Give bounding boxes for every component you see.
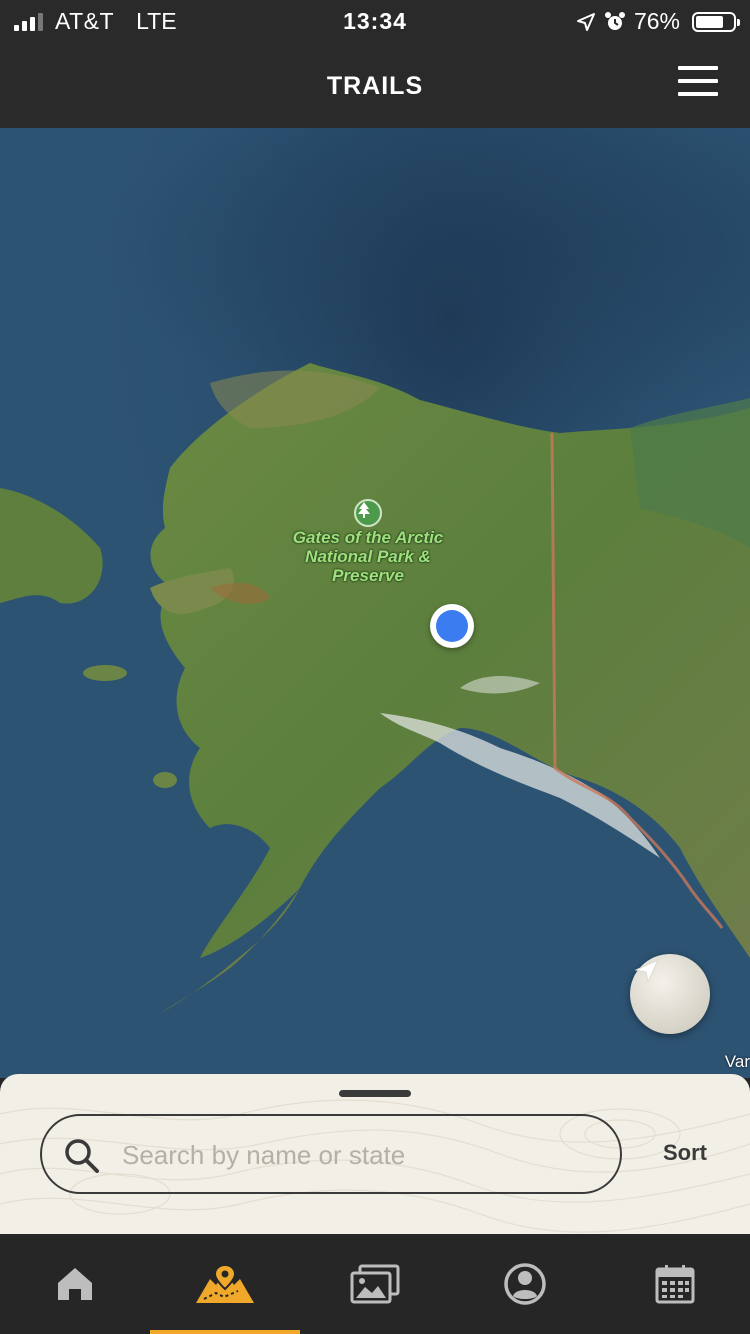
sheet-grabber[interactable] bbox=[339, 1090, 411, 1097]
header-bar: TRAILS bbox=[0, 42, 750, 128]
user-location-marker bbox=[430, 604, 474, 648]
tab-home[interactable] bbox=[0, 1234, 150, 1334]
tree-icon[interactable] bbox=[354, 499, 382, 527]
tab-photos[interactable] bbox=[300, 1234, 450, 1334]
search-input[interactable] bbox=[122, 1132, 602, 1178]
location-arrow-icon bbox=[576, 12, 595, 31]
park-label[interactable]: Gates of the Arctic National Park & Pres… bbox=[268, 528, 468, 585]
photos-icon bbox=[350, 1264, 400, 1304]
search-icon bbox=[65, 1139, 99, 1173]
home-icon bbox=[58, 1268, 92, 1300]
tab-calendar[interactable] bbox=[600, 1234, 750, 1334]
locate-me-button[interactable] bbox=[630, 954, 710, 1034]
battery-percent: 76% bbox=[633, 8, 680, 34]
calendar-icon bbox=[655, 1265, 695, 1304]
hamburger-menu-icon[interactable] bbox=[678, 66, 718, 100]
bottom-sheet: Sort bbox=[0, 1074, 750, 1234]
alarm-icon bbox=[604, 11, 625, 30]
map-view[interactable]: Gates of the Arctic National Park & Pres… bbox=[0, 128, 750, 1078]
tab-trails-map[interactable] bbox=[150, 1234, 300, 1334]
status-right: 76% bbox=[576, 8, 740, 35]
search-field[interactable] bbox=[40, 1114, 622, 1194]
status-bar: AT&T LTE 13:34 76% bbox=[0, 0, 750, 42]
profile-icon bbox=[504, 1263, 546, 1305]
active-tab-indicator bbox=[150, 1330, 300, 1334]
map-place-label: Var bbox=[724, 1052, 750, 1071]
tab-profile[interactable] bbox=[450, 1234, 600, 1334]
satellite-map bbox=[0, 128, 750, 1078]
tab-bar bbox=[0, 1234, 750, 1334]
page-title: TRAILS bbox=[326, 72, 424, 100]
location-arrow-icon bbox=[634, 958, 660, 984]
battery-icon bbox=[692, 11, 740, 32]
sort-button[interactable]: Sort bbox=[650, 1140, 720, 1166]
map-pin-icon bbox=[196, 1263, 254, 1303]
